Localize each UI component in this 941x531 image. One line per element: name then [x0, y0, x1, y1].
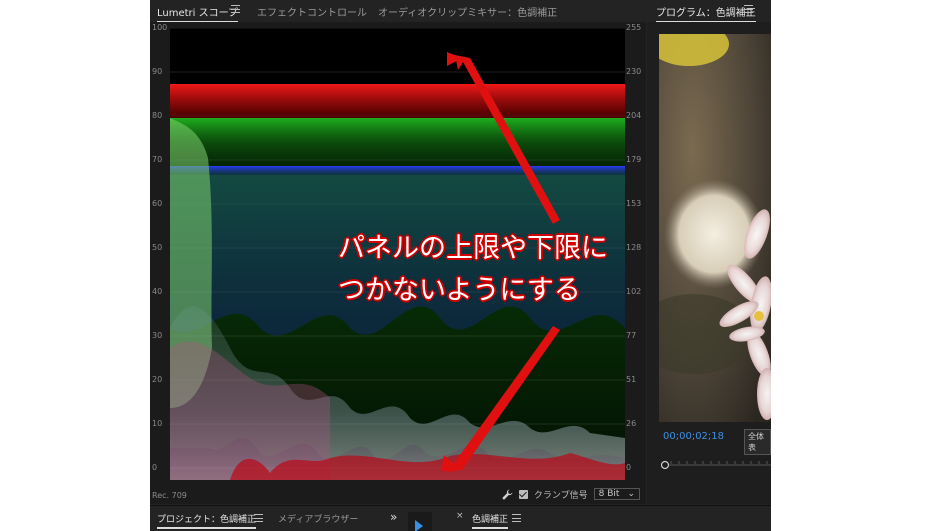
wrench-icon[interactable]: [502, 489, 513, 500]
tab-project[interactable]: プロジェクト：色調補正: [157, 512, 257, 529]
overflow-tabs-button[interactable]: »: [390, 510, 397, 524]
project-menu-icon[interactable]: [254, 514, 263, 522]
tab-program-monitor[interactable]: プログラム：色調補正: [656, 4, 756, 23]
program-timecode[interactable]: 00;00;02;18: [663, 431, 724, 442]
left-axis-tick: 60: [152, 199, 163, 208]
right-axis-tick: 51: [626, 375, 637, 384]
playhead-scrubber[interactable]: [661, 458, 771, 472]
program-monitor-panel: 00;00;02;18 全体表: [647, 22, 771, 504]
scope-footer-tools: クランプ信号 8 Bit ⌄: [502, 486, 640, 502]
right-axis-tick: 0: [626, 463, 632, 472]
right-axis-tick: 255: [626, 23, 642, 32]
left-axis-tick: 0: [152, 463, 158, 472]
bottom-tab-bar: プロジェクト：色調補正 メディアブラウザー » × 色調補正: [150, 505, 771, 531]
right-axis-tick: 102: [626, 287, 642, 296]
left-axis-tick: 20: [152, 375, 163, 384]
top-tab-bar: Lumetri スコープ エフェクトコントロール オーディオクリップミキサー：色…: [150, 0, 646, 23]
program-tab-bar: プログラム：色調補正: [647, 0, 771, 23]
right-axis-tick: 26: [626, 419, 637, 428]
left-axis-tick: 80: [152, 111, 163, 120]
left-axis-tick: 70: [152, 155, 163, 164]
zoom-fit-select[interactable]: 全体表: [744, 429, 771, 455]
left-axis-tick: 90: [152, 67, 163, 76]
tab-timeline-sequence[interactable]: 色調補正: [472, 512, 509, 529]
caption-line-2: つかないようにする: [338, 275, 581, 306]
flower-image: [659, 34, 771, 422]
left-axis-tick: 10: [152, 419, 163, 428]
clamp-signal-checkbox[interactable]: [518, 489, 528, 499]
close-icon[interactable]: ×: [456, 511, 464, 521]
caption-line-1: パネルの上限や下限に: [338, 233, 608, 264]
left-axis-tick: 30: [152, 331, 163, 340]
program-video-frame[interactable]: [659, 34, 771, 422]
clamp-signal-label: クランプ信号: [533, 490, 588, 501]
tab-audio-clip-mixer[interactable]: オーディオクリップミキサー：色調補正: [378, 4, 557, 19]
bit-depth-select[interactable]: 8 Bit ⌄: [593, 488, 640, 500]
play-indicator-icon: [415, 520, 423, 531]
tab-effect-controls[interactable]: エフェクトコントロール: [257, 4, 367, 19]
left-axis-tick: 50: [152, 243, 163, 252]
timeline-panel-marker: [408, 512, 432, 531]
tab-media-browser[interactable]: メディアブラウザー: [278, 512, 358, 525]
right-axis-tick: 230: [626, 67, 642, 76]
left-axis-tick: 100: [152, 23, 168, 32]
left-axis-tick: 40: [152, 287, 163, 296]
right-axis-tick: 179: [626, 155, 642, 164]
right-axis-tick: 128: [626, 243, 642, 252]
annotation-caption: パネルの上限や下限に つかないようにする: [338, 228, 608, 312]
timeline-menu-icon[interactable]: [512, 514, 521, 522]
bit-depth-value: 8 Bit: [598, 489, 620, 499]
color-space-label: Rec. 709: [152, 491, 187, 500]
right-axis-tick: 204: [626, 111, 642, 120]
chevron-down-icon: ⌄: [627, 489, 635, 499]
program-menu-icon[interactable]: [744, 5, 753, 13]
right-axis-tick: 77: [626, 331, 637, 340]
tab-lumetri-scopes[interactable]: Lumetri スコープ: [157, 4, 239, 23]
right-axis-tick: 153: [626, 199, 642, 208]
panel-menu-icon[interactable]: [231, 5, 240, 13]
